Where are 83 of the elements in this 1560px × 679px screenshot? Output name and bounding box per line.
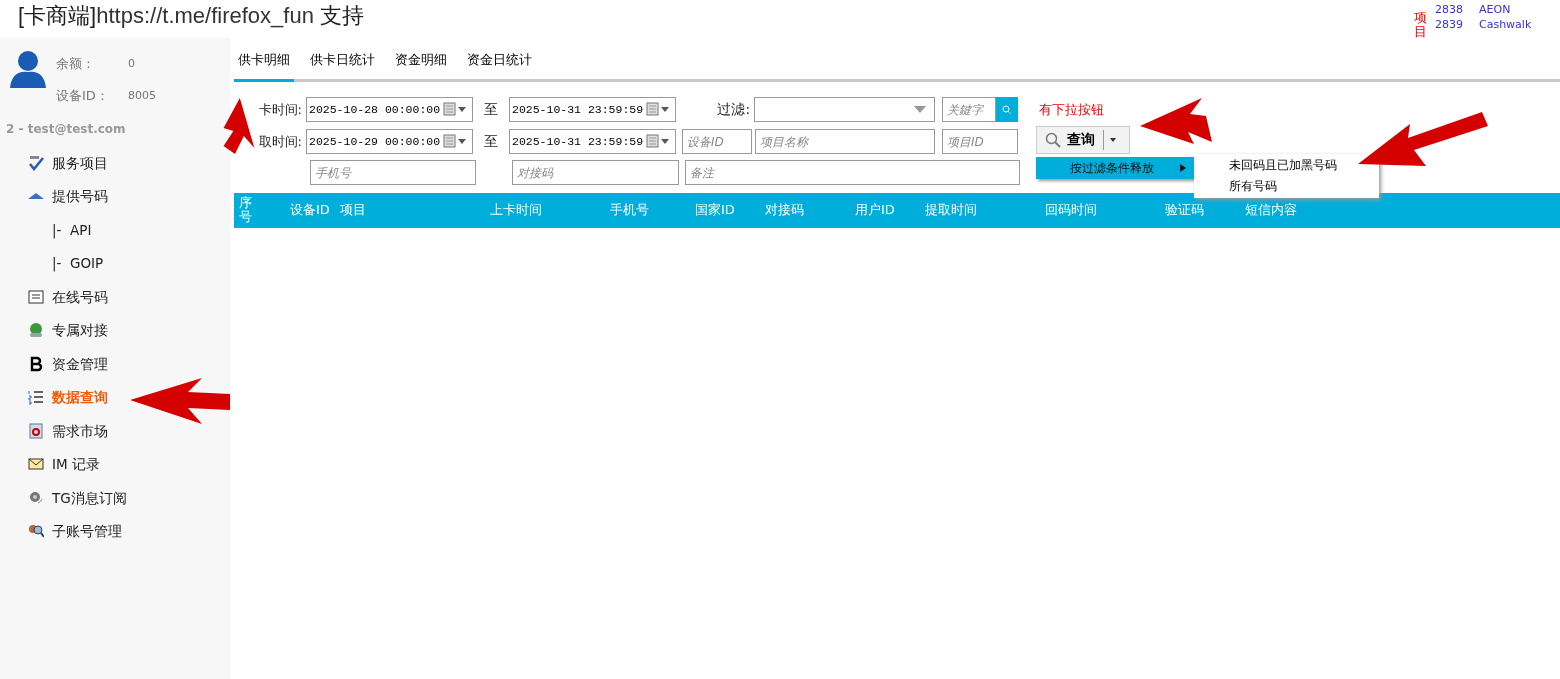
document-icon: [28, 422, 44, 439]
project-id: 2838: [1435, 2, 1463, 17]
device-id-label: 设备ID：: [56, 87, 110, 106]
input-field[interactable]: 对接码: [512, 160, 679, 185]
sidebar-item[interactable]: 资金管理: [0, 347, 112, 381]
tab[interactable]: 供卡明细: [234, 42, 294, 82]
input-field[interactable]: 备注: [685, 160, 1020, 185]
date-field[interactable]: 2025-10-28 00:00:00: [306, 97, 473, 122]
user-account: 2 - test@test.com: [5, 121, 127, 138]
project-link[interactable]: Cashwalk: [1479, 17, 1532, 32]
tab[interactable]: 资金明细: [391, 42, 451, 82]
column-header: 回码时间: [1045, 201, 1098, 220]
sidebar-item[interactable]: 服务项目: [0, 146, 112, 180]
column-header: 项目: [340, 201, 367, 220]
caret-icon: [1108, 136, 1118, 143]
submenu-arrow-icon: [1180, 163, 1186, 172]
balance-value: 0: [128, 55, 135, 72]
column-header: 手机号: [610, 201, 650, 220]
bold-icon: [28, 355, 44, 372]
up-arrow-icon: [28, 193, 44, 200]
calendar-icon: [646, 102, 672, 116]
search-icon: [1002, 104, 1012, 115]
column-header: 对接码: [765, 201, 805, 220]
annotation-arrow: [1140, 98, 1212, 144]
title-link[interactable]: https://t.me/firefox_fun: [96, 3, 314, 28]
note-text: 有下拉按钮: [1038, 100, 1105, 119]
query-button[interactable]: 查询: [1036, 125, 1130, 154]
caret-icon: [914, 106, 926, 113]
sidebar-item[interactable]: 子账号管理: [0, 514, 126, 548]
input-field[interactable]: 设备ID: [682, 129, 752, 154]
document-icon: [28, 288, 44, 305]
search-icon: [1045, 131, 1061, 148]
filter-dropdown[interactable]: [754, 97, 935, 122]
sidebar-item[interactable]: |- API: [0, 213, 96, 247]
field-label: 至: [483, 100, 499, 119]
date-field[interactable]: 2025-10-29 00:00:00: [306, 129, 473, 154]
search-button[interactable]: [996, 97, 1018, 122]
sidebar-item[interactable]: TG消息订阅: [0, 481, 131, 515]
sidebar-item[interactable]: 在线号码: [0, 280, 112, 314]
column-header: 设备ID: [290, 201, 331, 220]
tab[interactable]: 供卡日统计: [306, 42, 379, 82]
column-header: 上卡时间: [490, 201, 543, 220]
field-label: 至: [483, 132, 499, 151]
column-header: 国家ID: [695, 201, 736, 220]
project-id: 2839: [1435, 17, 1463, 32]
menu-item[interactable]: 未回码且已加黑号码: [1194, 154, 1341, 176]
date-field[interactable]: 2025-10-31 23:59:59: [509, 129, 676, 154]
tab[interactable]: 资金日统计: [463, 42, 536, 82]
column-header: 序号: [239, 195, 252, 225]
project-link[interactable]: AEON: [1479, 2, 1511, 17]
sidebar-item[interactable]: 需求市场: [0, 414, 112, 448]
calendar-icon: [443, 102, 469, 116]
input-field[interactable]: 项目名称: [755, 129, 935, 154]
calendar-icon: [646, 134, 672, 148]
annotation-arrow: [222, 98, 256, 154]
input-field[interactable]: 手机号: [310, 160, 476, 185]
date-field[interactable]: 2025-10-31 23:59:59: [509, 97, 676, 122]
field-label: 取时间:: [257, 132, 303, 151]
speaker-icon: [28, 489, 44, 506]
sidebar-item[interactable]: |- GOIP: [0, 246, 108, 280]
sidebar-item[interactable]: 专属对接: [0, 313, 112, 347]
new-projects-label: 项目: [1414, 11, 1427, 40]
column-header: 短信内容: [1245, 201, 1298, 220]
envelope-icon: [28, 456, 44, 473]
spell-check-icon: [28, 154, 44, 171]
numbered-list-icon: [28, 389, 44, 406]
menu-item[interactable]: 所有号码: [1194, 175, 1281, 197]
input-field[interactable]: 项目ID: [942, 129, 1018, 154]
column-header: 验证码: [1165, 201, 1205, 220]
field-label: 过滤:: [716, 100, 751, 120]
balance-label: 余额：: [56, 55, 96, 74]
field-label: 卡时间:: [257, 100, 303, 119]
input-field[interactable]: 关鍵字: [942, 97, 996, 122]
sidebar-item[interactable]: IM 记录: [0, 447, 104, 481]
page-title: [卡商端]https://t.me/firefox_fun 支持: [18, 2, 365, 30]
menu-item[interactable]: 按过滤条件释放: [1036, 156, 1194, 179]
sidebar-item[interactable]: 提供号码: [0, 179, 112, 213]
column-header: 用户ID: [855, 201, 896, 220]
users-icon: [28, 523, 44, 540]
device-id-value: 8005: [128, 87, 156, 104]
column-header: 提取时间: [925, 201, 978, 220]
calendar-icon: [443, 134, 469, 148]
globe-icon: [28, 322, 44, 339]
